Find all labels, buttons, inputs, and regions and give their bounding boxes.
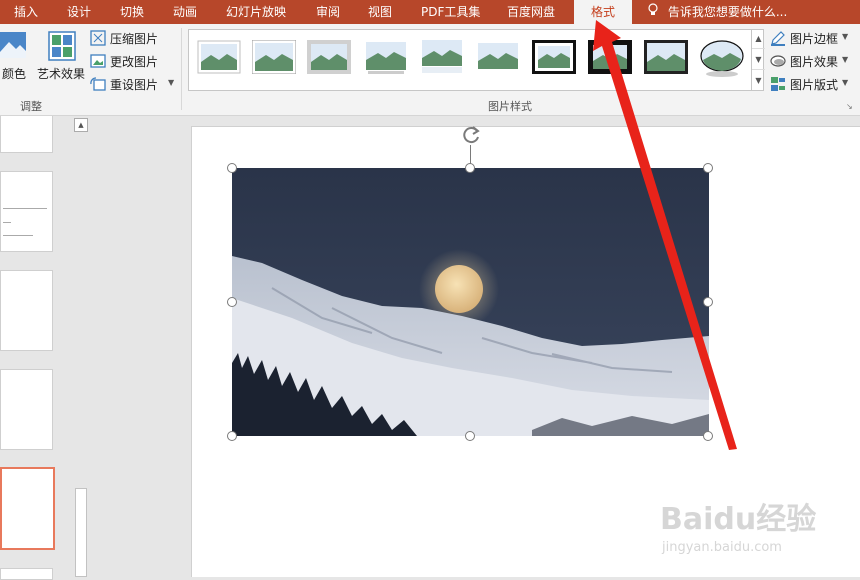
slide-thumbnail[interactable] [0, 568, 53, 580]
gallery-more-icon[interactable]: ▼ [752, 71, 765, 91]
group-divider [181, 28, 182, 110]
reset-picture-label: 重设图片 [110, 78, 159, 92]
picture-style-9[interactable] [644, 40, 688, 74]
slide-thumbnail[interactable] [0, 270, 53, 351]
scrollbar-thumb[interactable] [75, 488, 87, 577]
picture-layout-label: 图片版式 [790, 78, 839, 92]
tab-design[interactable]: 设计 [67, 0, 91, 24]
picture-styles-gallery [188, 29, 764, 91]
reset-picture-button[interactable]: 重设图片 ▼ [90, 75, 176, 93]
tab-pdf-tools[interactable]: PDF工具集 [421, 0, 480, 24]
tab-baidu-netdisk[interactable]: 百度网盘 [507, 0, 555, 24]
thumbnail-scrollbar[interactable]: ▲ [72, 116, 90, 577]
tab-transitions[interactable]: 切换 [120, 0, 144, 24]
picture-styles-group-label: 图片样式 [488, 100, 532, 113]
picture-style-10[interactable] [700, 40, 744, 77]
tab-view[interactable]: 视图 [368, 0, 392, 24]
dialog-launcher-icon[interactable]: ↘ [846, 102, 853, 111]
resize-handle-bottom-right[interactable] [703, 431, 713, 441]
change-picture-icon [90, 53, 106, 72]
tell-me-text: 告诉我您想要做什么... [667, 5, 788, 19]
thumb-text-line [3, 222, 11, 223]
picture-layout-button[interactable]: 图片版式 ▼ [770, 75, 860, 93]
color-icon [0, 32, 26, 61]
picture-style-2[interactable] [251, 39, 297, 75]
chevron-down-icon: ▼ [168, 78, 175, 87]
tab-slideshow[interactable]: 幻灯片放映 [226, 0, 286, 24]
tell-me-box[interactable]: 告诉我您想要做什么... [648, 0, 787, 24]
picture-style-3[interactable] [307, 40, 351, 74]
scroll-up-icon[interactable]: ▲ [74, 118, 88, 132]
resize-handle-top[interactable] [465, 163, 475, 173]
resize-handle-top-right[interactable] [703, 163, 713, 173]
ribbon: 颜色 艺术效果 压缩图片 更改图片 重设图片 ▼ 调整 ▲ ▼ ▼ 图片样式 ↘… [0, 24, 860, 116]
chevron-down-icon: ▼ [842, 78, 849, 87]
artistic-effects-icon [48, 31, 76, 64]
change-picture-button[interactable]: 更改图片 [90, 52, 170, 70]
picture-style-1[interactable] [197, 40, 241, 74]
compress-icon [90, 30, 106, 49]
picture-border-label: 图片边框 [790, 32, 839, 46]
thumb-text-line [3, 235, 33, 236]
picture-border-button[interactable]: 图片边框 ▼ [770, 29, 860, 47]
thumb-text-line [3, 208, 47, 209]
change-picture-label: 更改图片 [110, 55, 159, 69]
picture-style-4[interactable] [364, 40, 408, 74]
slide-thumbnail[interactable] [0, 116, 53, 153]
gallery-scroll-up-icon[interactable]: ▲ [752, 29, 765, 49]
picture-effects-button[interactable]: 图片效果 ▼ [770, 52, 860, 70]
picture-style-5[interactable] [420, 40, 464, 74]
picture-effects-label: 图片效果 [790, 55, 839, 69]
lightbulb-icon [648, 0, 660, 24]
tab-animations[interactable]: 动画 [173, 0, 197, 24]
selected-picture[interactable] [232, 168, 709, 436]
color-button[interactable]: 颜色 [0, 29, 30, 93]
picture-style-8[interactable] [588, 40, 632, 74]
slide-thumbnail[interactable] [0, 171, 53, 252]
picture-style-7[interactable] [532, 40, 576, 74]
slide-thumbnail[interactable] [0, 369, 53, 450]
tab-format[interactable]: 格式 [574, 0, 632, 25]
layout-icon [770, 76, 786, 95]
reset-picture-icon [90, 76, 106, 95]
watermark-url: jingyan.baidu.com [662, 540, 782, 555]
resize-handle-bottom[interactable] [465, 431, 475, 441]
resize-handle-right[interactable] [703, 297, 713, 307]
compress-label: 压缩图片 [110, 32, 159, 46]
resize-handle-left[interactable] [227, 297, 237, 307]
artistic-effects-button[interactable]: 艺术效果 [36, 29, 88, 93]
ribbon-tab-bar: 插入 设计 切换 动画 幻灯片放映 审阅 视图 PDF工具集 百度网盘 格式 告… [0, 0, 860, 25]
color-label: 颜色 [2, 67, 27, 81]
resize-handle-top-left[interactable] [227, 163, 237, 173]
rotate-handle-icon[interactable] [460, 123, 482, 145]
chevron-down-icon: ▼ [842, 32, 849, 41]
slide-thumbnail-panel [0, 116, 72, 580]
effects-icon [770, 53, 786, 72]
compress-pictures-button[interactable]: 压缩图片 [90, 29, 170, 47]
watermark-brand: Baidu经验 [660, 502, 817, 537]
gallery-scroll-down-icon[interactable]: ▼ [752, 50, 765, 70]
picture-style-6[interactable] [476, 40, 520, 74]
resize-handle-bottom-left[interactable] [227, 431, 237, 441]
pencil-icon [770, 30, 786, 49]
gallery-scroll: ▲ ▼ ▼ [751, 29, 765, 91]
tab-insert[interactable]: 插入 [14, 0, 38, 24]
tab-review[interactable]: 审阅 [316, 0, 340, 24]
slide-thumbnail-selected[interactable] [0, 467, 55, 550]
chevron-down-icon: ▼ [842, 55, 849, 64]
artistic-effects-label: 艺术效果 [37, 67, 86, 81]
adjust-group-label: 调整 [20, 100, 42, 113]
